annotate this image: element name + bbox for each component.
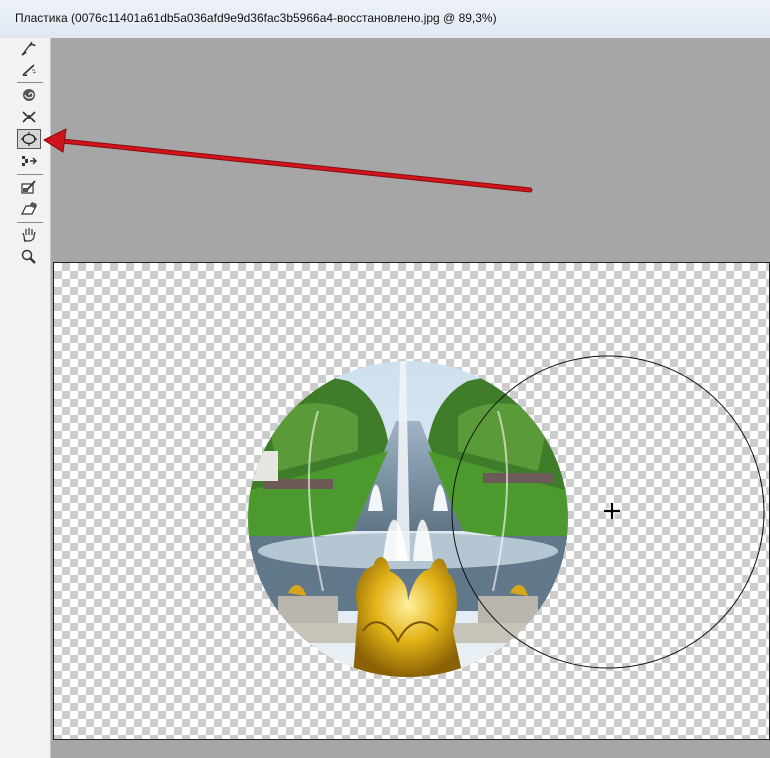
forward-warp-tool-icon (21, 41, 36, 56)
pucker-tool-icon (22, 111, 36, 123)
twirl-clockwise-tool-button[interactable] (17, 85, 41, 105)
bloat-tool-icon (21, 132, 37, 146)
zoom-tool-icon (21, 249, 36, 264)
toolbar-separator (17, 222, 43, 223)
zoom-tool-button[interactable] (17, 247, 41, 267)
window-titlebar: Пластика (0076c11401a61db5a036afd9e9d36f… (0, 0, 770, 39)
bloat-tool-button[interactable] (17, 129, 41, 149)
freeze-mask-tool-icon (21, 180, 36, 194)
toolbar-separator (17, 82, 43, 83)
reconstruct-tool-icon (22, 64, 37, 76)
twirl-clockwise-tool-icon (23, 89, 35, 101)
freeze-mask-tool-button[interactable] (17, 177, 41, 197)
window-title: Пластика (0076c11401a61db5a036afd9e9d36f… (15, 11, 497, 25)
fountain-photo-image (248, 361, 568, 677)
thaw-mask-tool-button[interactable] (17, 199, 41, 219)
forward-warp-tool-button[interactable] (17, 38, 41, 58)
image-canvas[interactable] (53, 262, 770, 740)
fountain-photo (248, 361, 568, 677)
toolbar-separator (17, 174, 43, 175)
liquify-toolbar (0, 38, 51, 758)
thaw-mask-tool-icon (21, 202, 37, 215)
hand-tool-button[interactable] (17, 225, 41, 245)
reconstruct-tool-button[interactable] (17, 60, 41, 80)
pucker-tool-button[interactable] (17, 107, 41, 127)
hand-tool-icon (22, 228, 36, 243)
push-left-tool-button[interactable] (17, 151, 41, 171)
push-left-tool-icon (22, 156, 37, 166)
